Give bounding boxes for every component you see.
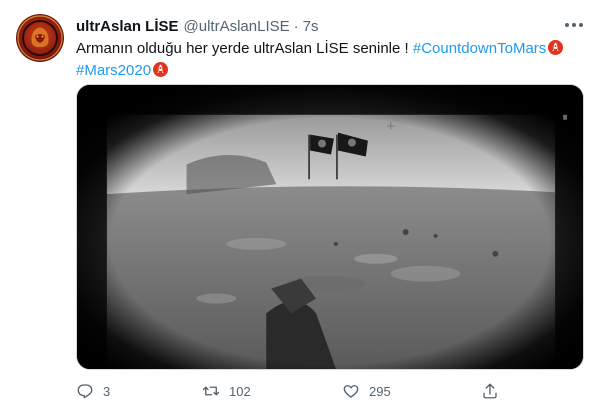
reply-icon <box>77 384 93 399</box>
share-button[interactable] <box>481 378 499 404</box>
timestamp[interactable]: 7s <box>303 18 319 35</box>
retweet-count: 102 <box>229 383 251 399</box>
tweet-card[interactable]: ultrAslan LİSE @ultrAslanLISE · 7s Arman… <box>0 0 614 411</box>
tweet-body-text: Armanın olduğu her yerde ultrAslan LİSE … <box>76 40 409 57</box>
avatar[interactable] <box>16 14 64 62</box>
like-button[interactable]: 295 <box>342 378 391 404</box>
display-name[interactable]: ultrAslan LİSE <box>76 18 179 35</box>
mars-surface-photo: + <box>77 85 583 369</box>
lion-logo-icon <box>17 15 63 61</box>
user-handle[interactable]: @ultrAslanLISE <box>184 18 290 35</box>
tweet-text: Armanın olduğu her yerde ultrAslan LİSE … <box>76 38 596 82</box>
hashtag-mars2020[interactable]: #Mars2020 <box>76 62 151 79</box>
share-icon <box>483 383 497 399</box>
hashtag-countdown-to-mars[interactable]: #CountdownToMars <box>413 40 546 57</box>
like-count: 295 <box>369 383 391 399</box>
tweet-actions: 3 102 295 <box>76 378 584 404</box>
reply-button[interactable]: 3 <box>76 378 110 404</box>
retweet-button[interactable]: 102 <box>202 378 251 404</box>
rocket-icon <box>153 62 169 77</box>
rocket-icon <box>548 40 564 55</box>
tweet-media-image[interactable]: + <box>76 84 584 370</box>
tweet-header: ultrAslan LİSE @ultrAslanLISE · 7s <box>76 16 318 36</box>
more-options-icon[interactable] <box>562 14 586 36</box>
separator-dot: · <box>293 17 299 35</box>
reply-count: 3 <box>103 383 111 399</box>
retweet-icon <box>202 386 220 396</box>
heart-icon <box>343 385 359 398</box>
